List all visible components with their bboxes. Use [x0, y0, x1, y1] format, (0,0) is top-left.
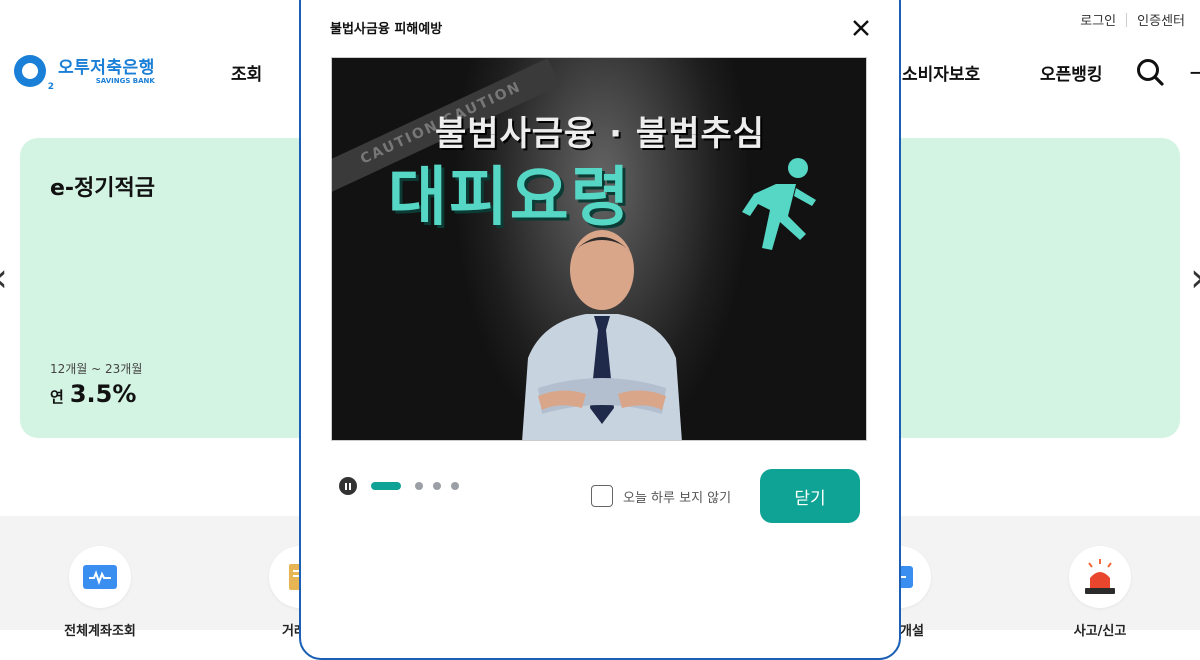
logo[interactable]: 2 오투저축은행 SAVINGS BANK	[14, 55, 155, 92]
logo-subtext: SAVINGS BANK	[95, 76, 155, 85]
quick-item-all-accounts[interactable]: 전체계좌조회	[40, 546, 160, 639]
close-icon[interactable]	[849, 16, 873, 40]
slide-indicator-4[interactable]	[451, 482, 459, 490]
search-icon[interactable]	[1136, 58, 1164, 86]
nav-item-open-banking[interactable]: 오픈뱅킹	[1040, 60, 1103, 85]
quick-item-accident-report[interactable]: 사고/신고	[1040, 546, 1160, 639]
carousel-next-button[interactable]: ›	[1190, 258, 1200, 298]
logo-mark-icon: 2	[14, 55, 54, 92]
product-banner[interactable]: e-정기적금 12개월 ~ 23개월 연 3.5%	[20, 138, 340, 438]
chart-card-icon	[83, 565, 117, 589]
siren-icon	[1085, 559, 1115, 594]
slide-indicator-2[interactable]	[415, 482, 423, 490]
utility-menu: 로그인 인증센터	[1080, 10, 1185, 29]
nav-item-inquiry[interactable]: 조회	[231, 60, 262, 85]
popup-title: 불법사금융 피해예방	[330, 22, 443, 37]
product-rate: 연 3.5%	[50, 380, 137, 408]
dont-show-today-option[interactable]: 오늘 하루 보지 않기	[591, 485, 731, 507]
notice-popup: 불법사금융 피해예방 CAUTION CAUTION 불법사금융 · 불법추심 …	[299, 0, 901, 660]
slide-indicator-3[interactable]	[433, 482, 441, 490]
divider	[1126, 12, 1128, 27]
slide-headline: 불법사금융 · 불법추심	[434, 114, 766, 154]
slide-controls	[339, 477, 459, 495]
spokesperson-image	[522, 230, 682, 440]
cert-center-link[interactable]: 인증센터	[1137, 10, 1185, 29]
menu-icon[interactable]: ㅡ	[1190, 60, 1200, 86]
logo-text: 오투저축은행	[58, 57, 155, 78]
running-person-icon	[742, 158, 816, 250]
login-link[interactable]: 로그인	[1080, 10, 1116, 29]
product-banner-next[interactable]	[860, 138, 1180, 438]
slide-indicator-1[interactable]	[371, 482, 401, 490]
pause-button[interactable]	[339, 477, 357, 495]
popup-slide-image[interactable]: CAUTION CAUTION 불법사금융 · 불법추심 대피요령	[331, 57, 867, 441]
product-title: e-정기적금	[50, 176, 156, 201]
product-period: 12개월 ~ 23개월	[50, 362, 143, 376]
dont-show-today-label: 오늘 하루 보지 않기	[623, 490, 732, 506]
dont-show-today-checkbox[interactable]	[591, 485, 613, 507]
carousel-prev-button[interactable]: ‹	[0, 258, 8, 298]
nav-item-consumer-protection[interactable]: 소비자보호	[902, 60, 980, 85]
close-button[interactable]: 닫기	[760, 469, 860, 523]
